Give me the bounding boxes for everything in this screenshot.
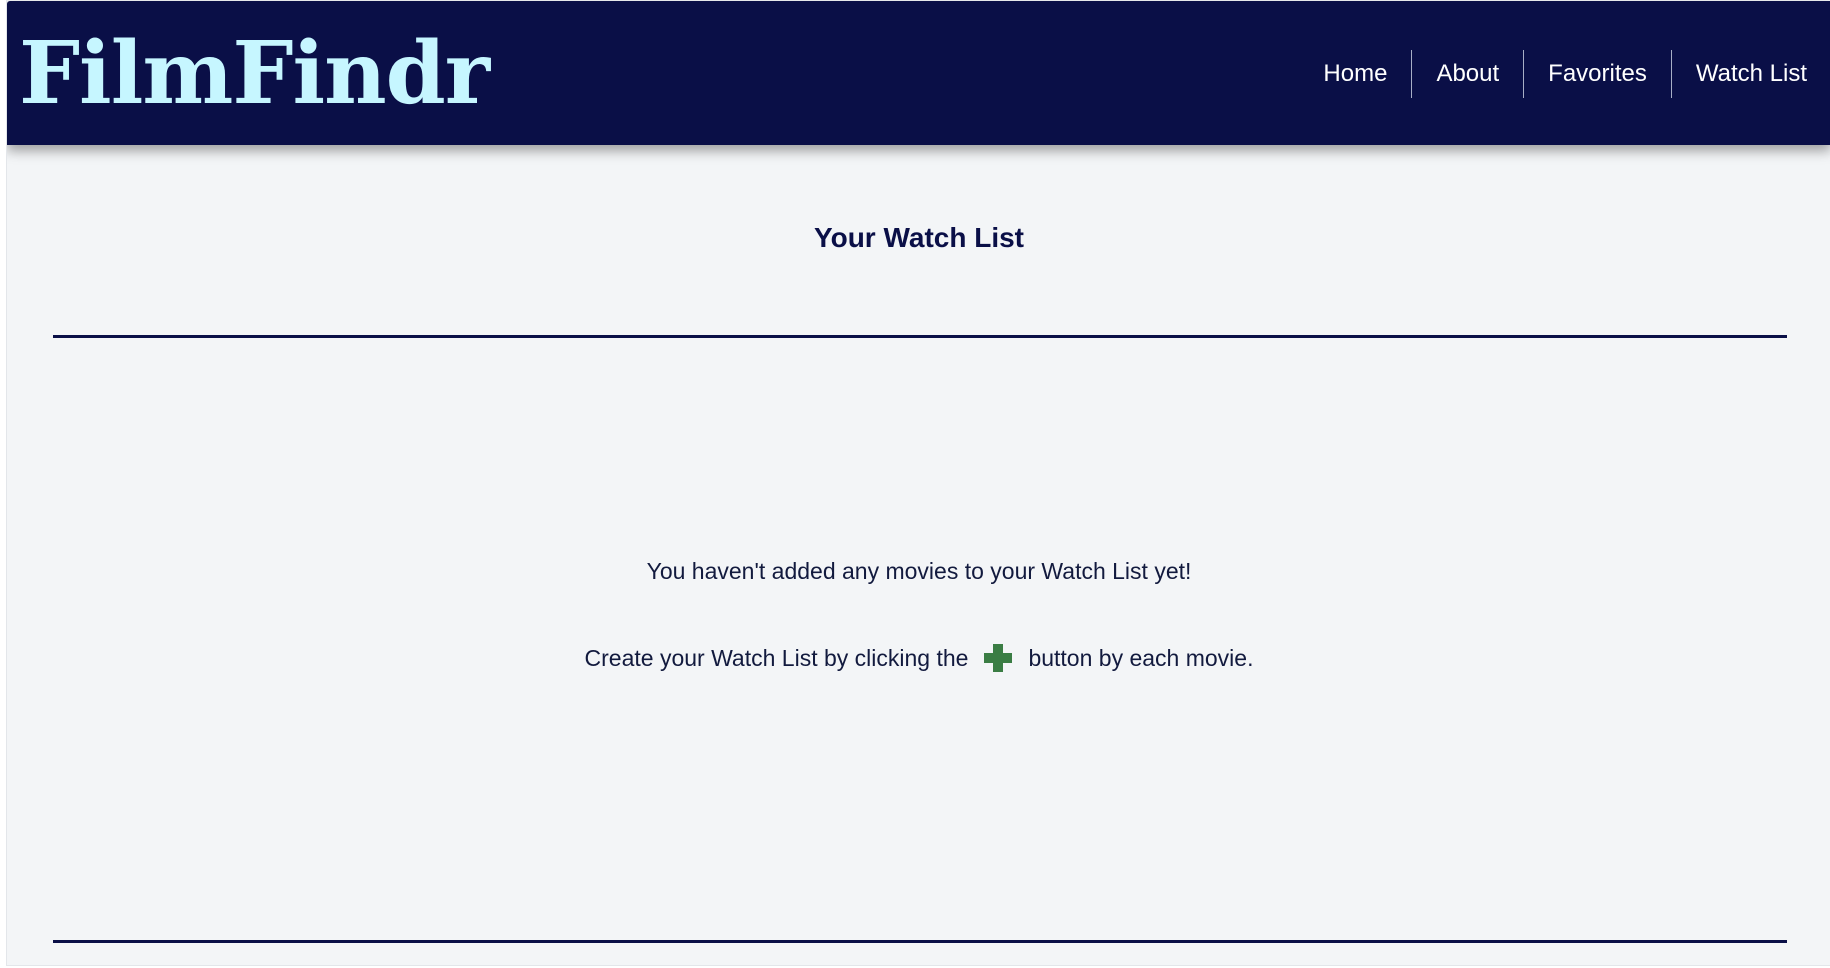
logo[interactable]: FilmFindr: [19, 19, 490, 129]
plus-icon: [982, 642, 1014, 674]
empty-state-message: You haven't added any movies to your Wat…: [646, 558, 1192, 584]
nav-watch-list-link[interactable]: Watch List: [1672, 50, 1830, 98]
instruction-prefix: Create your Watch List by clicking the: [584, 644, 969, 671]
page-title: Your Watch List: [814, 222, 1024, 253]
app-frame: FilmFindr Home About Favorites Watch Lis…: [6, 0, 1830, 966]
nav-home-link[interactable]: Home: [1299, 50, 1411, 98]
top-divider: [53, 335, 1787, 338]
nav-links: Home About Favorites Watch List: [1299, 50, 1830, 98]
nav-about-link[interactable]: About: [1412, 50, 1523, 98]
navbar: FilmFindr Home About Favorites Watch Lis…: [7, 1, 1830, 145]
bottom-divider: [53, 940, 1787, 943]
nav-favorites-link[interactable]: Favorites: [1524, 50, 1671, 98]
empty-state-instruction: Create your Watch List by clicking the b…: [7, 640, 1830, 676]
instruction-suffix: button by each movie.: [1028, 644, 1254, 671]
